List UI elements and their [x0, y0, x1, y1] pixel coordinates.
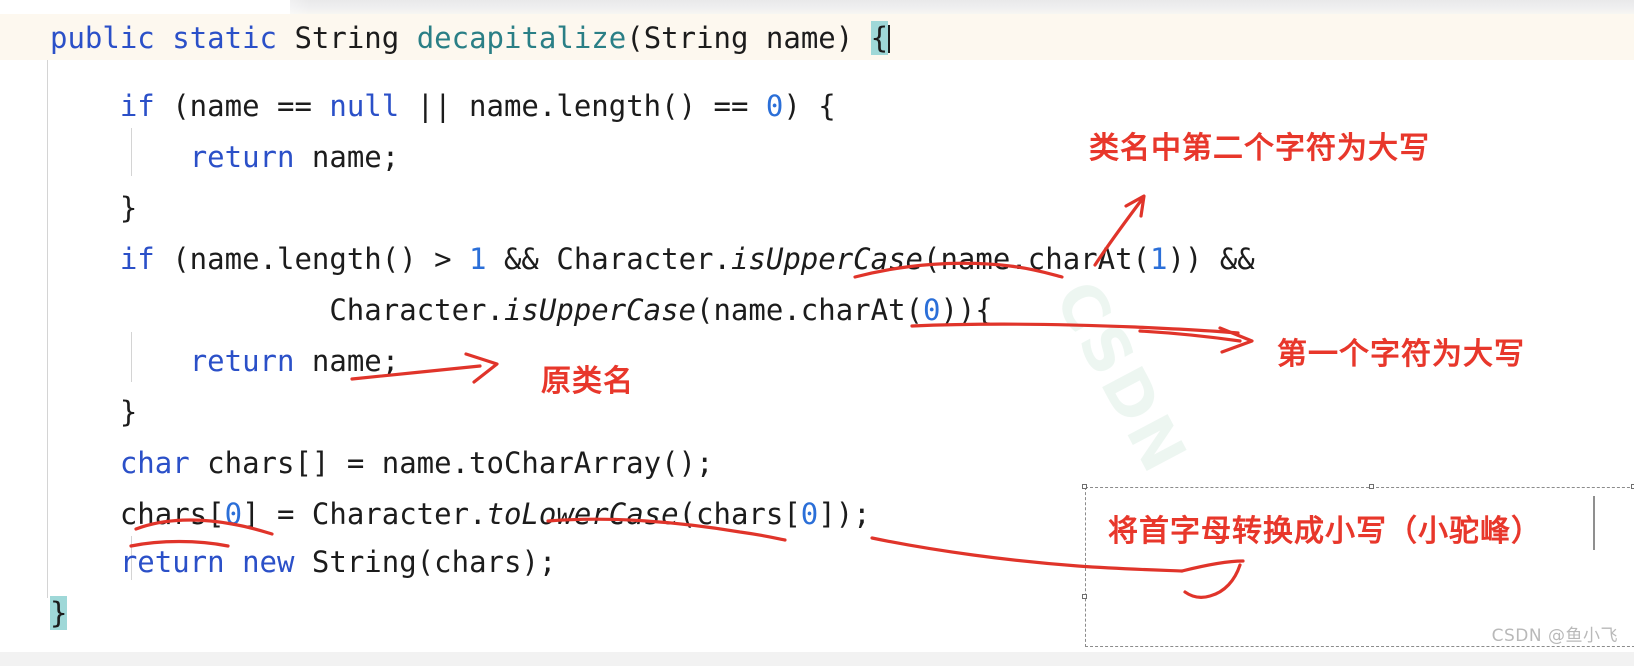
code-line-close-brace-1[interactable]: } — [50, 191, 137, 225]
token-method-isuppercase-1: isUpperCase — [730, 242, 924, 276]
code-line-tolower[interactable]: chars[0] = Character.toLowerCase(chars[0… — [50, 497, 871, 531]
token-keyword-if-2: if — [119, 242, 155, 276]
token-method-isuppercase-2: isUpperCase — [503, 293, 697, 327]
code-line-upper-check-b[interactable]: Character.isUpperCase(name.charAt(0)){ — [50, 293, 993, 327]
token-keyword-return-2: return — [189, 344, 295, 378]
token-method-decapitalize: decapitalize — [416, 21, 627, 55]
token-method-tolowercase: toLowerCase — [486, 497, 679, 531]
code-line-return-name-1[interactable]: return name; — [50, 140, 400, 174]
annotation-original-class-name: 原类名 — [541, 364, 634, 399]
token-keyword-if: if — [119, 89, 155, 123]
diagonal-watermark: CSDN — [1040, 269, 1203, 486]
matching-brace-close: } — [50, 596, 68, 630]
page-bottom-edge — [0, 652, 1634, 666]
token-type-string: String — [294, 21, 400, 55]
code-line-return-new[interactable]: return new String(chars); — [50, 545, 557, 579]
indent-guide-level-1 — [47, 60, 48, 598]
code-line-method-close[interactable]: } — [50, 596, 68, 630]
token-keyword-static: static — [172, 21, 277, 55]
annotation-second-char-upper: 类名中第二个字符为大写 — [1089, 131, 1430, 166]
selection-handle-top-left[interactable] — [1082, 484, 1087, 489]
code-line-null-check[interactable]: if (name == null || name.length() == 0) … — [50, 89, 836, 123]
token-keyword-return: return — [189, 140, 295, 174]
code-line-close-brace-2[interactable]: } — [50, 395, 137, 429]
token-keyword-null: null — [329, 89, 400, 123]
code-line-signature[interactable]: public static String decapitalize(String… — [50, 21, 891, 55]
text-caret — [888, 25, 891, 53]
annotation-text-caret — [1593, 496, 1595, 550]
window-chrome-fade — [250, 0, 310, 14]
corner-watermark: CSDN @鱼小飞 — [1491, 626, 1618, 646]
code-line-return-name-2[interactable]: return name; — [50, 344, 400, 378]
matching-brace-open: { — [870, 21, 889, 55]
token-number-one: 1 — [469, 242, 487, 276]
token-keyword-new: new — [242, 545, 295, 579]
token-number-zero: 0 — [765, 89, 784, 123]
selection-handle-mid-left[interactable] — [1082, 594, 1087, 599]
window-chrome-band — [290, 0, 1634, 14]
code-screenshot: public static String decapitalize(String… — [0, 0, 1634, 666]
token-keyword-public: public — [50, 21, 155, 55]
token-keyword-return-3: return — [119, 545, 225, 579]
code-line-chars-decl[interactable]: char chars[] = name.toCharArray(); — [50, 446, 714, 480]
annotation-first-char-upper: 第一个字符为大写 — [1277, 337, 1525, 372]
code-line-upper-check-a[interactable]: if (name.length() > 1 && Character.isUpp… — [50, 242, 1255, 276]
selection-handle-top-center[interactable] — [1369, 484, 1374, 489]
token-keyword-char: char — [119, 446, 190, 480]
